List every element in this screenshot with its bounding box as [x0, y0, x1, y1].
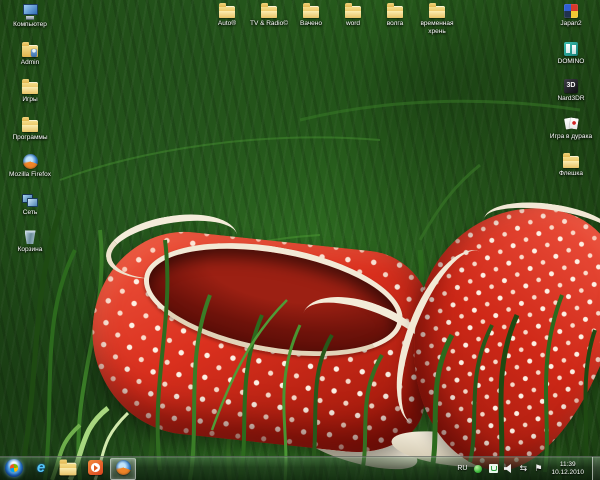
- folder-icon: [387, 6, 403, 18]
- desktop-icon-temp-stuff-folder[interactable]: временная хрень: [418, 3, 456, 35]
- firefox-icon: [116, 460, 131, 475]
- desktop-icons-left: Компьютер Admin Игры Программы Mozilla Firef…: [1, 3, 59, 254]
- folder-icon: [22, 120, 38, 132]
- folder-icon: [22, 82, 38, 94]
- desktop-icon-admin-folder[interactable]: Admin: [1, 42, 59, 67]
- desktop-icon-label: Admin: [21, 59, 39, 67]
- clock-time: 11:39: [551, 461, 584, 469]
- desktop-icon-durak-game[interactable]: Игра в дурака: [543, 116, 599, 141]
- taskbar-clock[interactable]: 11:39 10.12.2010: [551, 461, 584, 477]
- green-status-icon[interactable]: [473, 463, 483, 475]
- windows-explorer-icon: [60, 463, 77, 476]
- desktop-icon-volga-folder[interactable]: волга: [376, 3, 414, 28]
- action-center-flag-icon[interactable]: [533, 463, 543, 475]
- desktop-icon-label: временная хрень: [418, 20, 456, 35]
- folder-icon: [219, 6, 235, 18]
- desktop-icon-label: Игра в дурака: [550, 133, 592, 141]
- desktop-icon-label: Флешка: [559, 170, 583, 178]
- desktop-icon-label: TV & Radio©: [250, 20, 288, 28]
- internet-explorer-icon: e: [37, 461, 45, 475]
- show-desktop-button[interactable]: [592, 457, 600, 480]
- taskbar-app-windows-explorer[interactable]: [56, 459, 80, 479]
- desktop-icon-label: Программы: [12, 134, 47, 142]
- windows-start-orb-icon: [5, 459, 23, 477]
- desktop-icon-games-folder[interactable]: Игры: [1, 79, 59, 104]
- folder-icon: [345, 6, 361, 18]
- desktop-icon-label: волга: [387, 20, 404, 28]
- desktop-icon-label: Mozilla Firefox: [9, 171, 51, 179]
- desktop-icon-label: Игры: [22, 96, 37, 104]
- system-tray: RU 11:39 10.12.2010: [456, 457, 598, 480]
- desktop-icon-label: word: [346, 20, 360, 28]
- desktop: Компьютер Admin Игры Программы Mozilla Firef…: [0, 0, 600, 480]
- folder-icon: [261, 6, 277, 18]
- nard3d-icon: 3D: [564, 79, 578, 93]
- volume-icon[interactable]: [503, 463, 513, 475]
- taskbar: e RU 11:39 10.12.2010: [0, 456, 600, 480]
- desktop-icon-label: Japan2: [560, 20, 581, 28]
- firefox-icon: [23, 154, 38, 169]
- desktop-icon-label: Auto®: [218, 20, 236, 28]
- desktop-icon-domino[interactable]: DOMINO: [543, 41, 599, 66]
- domino-icon: [564, 42, 578, 56]
- folder-user-icon: [22, 45, 38, 57]
- front-shoe: [81, 213, 440, 467]
- desktop-icon-vacheno-folder[interactable]: Вачено: [292, 3, 330, 28]
- taskbar-app-media-player[interactable]: [83, 459, 107, 479]
- network-icon: [22, 192, 38, 207]
- computer-icon: [22, 4, 38, 19]
- taskbar-app-internet-explorer[interactable]: e: [29, 459, 53, 479]
- desktop-icon-nard3d[interactable]: 3D Nard3DR: [543, 78, 599, 103]
- media-player-icon: [88, 460, 103, 475]
- utorrent-glyph: [489, 464, 498, 473]
- recycle-icon: [25, 230, 36, 244]
- volume-glyph: [504, 464, 513, 473]
- green-status-glyph: [474, 465, 482, 473]
- clock-date: 10.12.2010: [551, 469, 584, 477]
- folder-icon: [303, 6, 319, 18]
- desktop-icon-recycle-bin[interactable]: Корзина: [1, 229, 59, 254]
- taskbar-app-firefox[interactable]: [110, 458, 136, 480]
- utorrent-icon[interactable]: [488, 463, 498, 475]
- tray-icons: [473, 463, 543, 475]
- japan-icon: [564, 4, 578, 18]
- desktop-icon-programs-folder[interactable]: Программы: [1, 117, 59, 142]
- desktop-icons-top: Auto® TV & Radio© Вачено word волга временная…: [208, 3, 456, 35]
- desktop-icon-label: Компьютер: [13, 21, 47, 29]
- cards-icon: [564, 117, 579, 131]
- desktop-icon-auto-folder[interactable]: Auto®: [208, 3, 246, 28]
- desktop-icon-label: Вачено: [300, 20, 322, 28]
- desktop-icons-right: Japan2 DOMINO 3D Nard3DR Игра в дурака Флешка: [543, 3, 599, 178]
- desktop-icon-label: Сеть: [23, 209, 37, 217]
- desktop-icon-word-folder[interactable]: word: [334, 3, 372, 28]
- desktop-icon-label: Nard3DR: [557, 95, 584, 103]
- desktop-icon-japan2[interactable]: Japan2: [543, 3, 599, 28]
- network-sync-icon[interactable]: [518, 463, 528, 475]
- taskbar-pinned-apps: e: [29, 458, 136, 480]
- language-indicator[interactable]: RU: [456, 465, 468, 472]
- folder-icon: [429, 6, 445, 18]
- desktop-icon-flash-folder[interactable]: Флешка: [543, 153, 599, 178]
- desktop-icon-computer[interactable]: Компьютер: [1, 3, 59, 29]
- desktop-icon-label: DOMINO: [558, 58, 585, 66]
- start-button[interactable]: [2, 459, 26, 479]
- desktop-icon-tv-radio-folder[interactable]: TV & Radio©: [250, 3, 288, 28]
- desktop-icon-firefox[interactable]: Mozilla Firefox: [1, 154, 59, 179]
- desktop-icon-label: Корзина: [18, 246, 43, 254]
- folder-icon: [563, 156, 579, 168]
- desktop-icon-network[interactable]: Сеть: [1, 192, 59, 217]
